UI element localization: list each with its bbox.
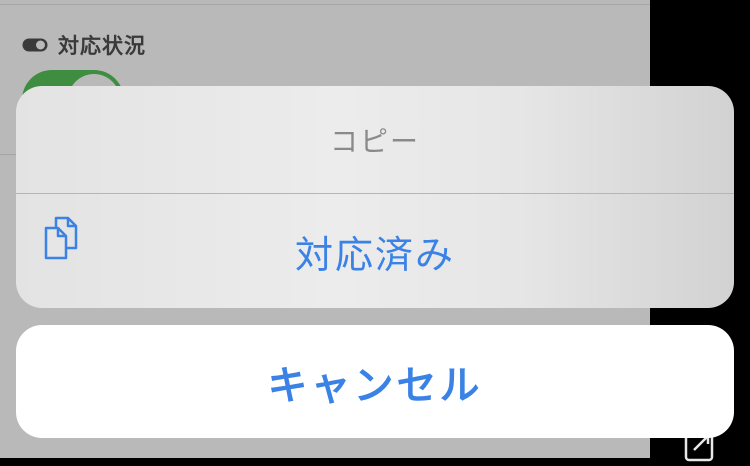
background-divider [0,4,650,5]
action-sheet: コピー 対応済み [16,86,734,308]
status-field-header: 対応状況 [22,30,146,60]
mark-done-action[interactable]: 対応済み [16,194,734,308]
status-field-label: 対応状況 [58,34,146,58]
toggle-icon [22,38,48,52]
action-sheet-title: コピー [329,124,420,158]
cancel-button[interactable]: キャンセル [16,325,734,438]
mark-done-action-label: 対応済み [294,232,455,277]
copy-icon [42,216,80,260]
